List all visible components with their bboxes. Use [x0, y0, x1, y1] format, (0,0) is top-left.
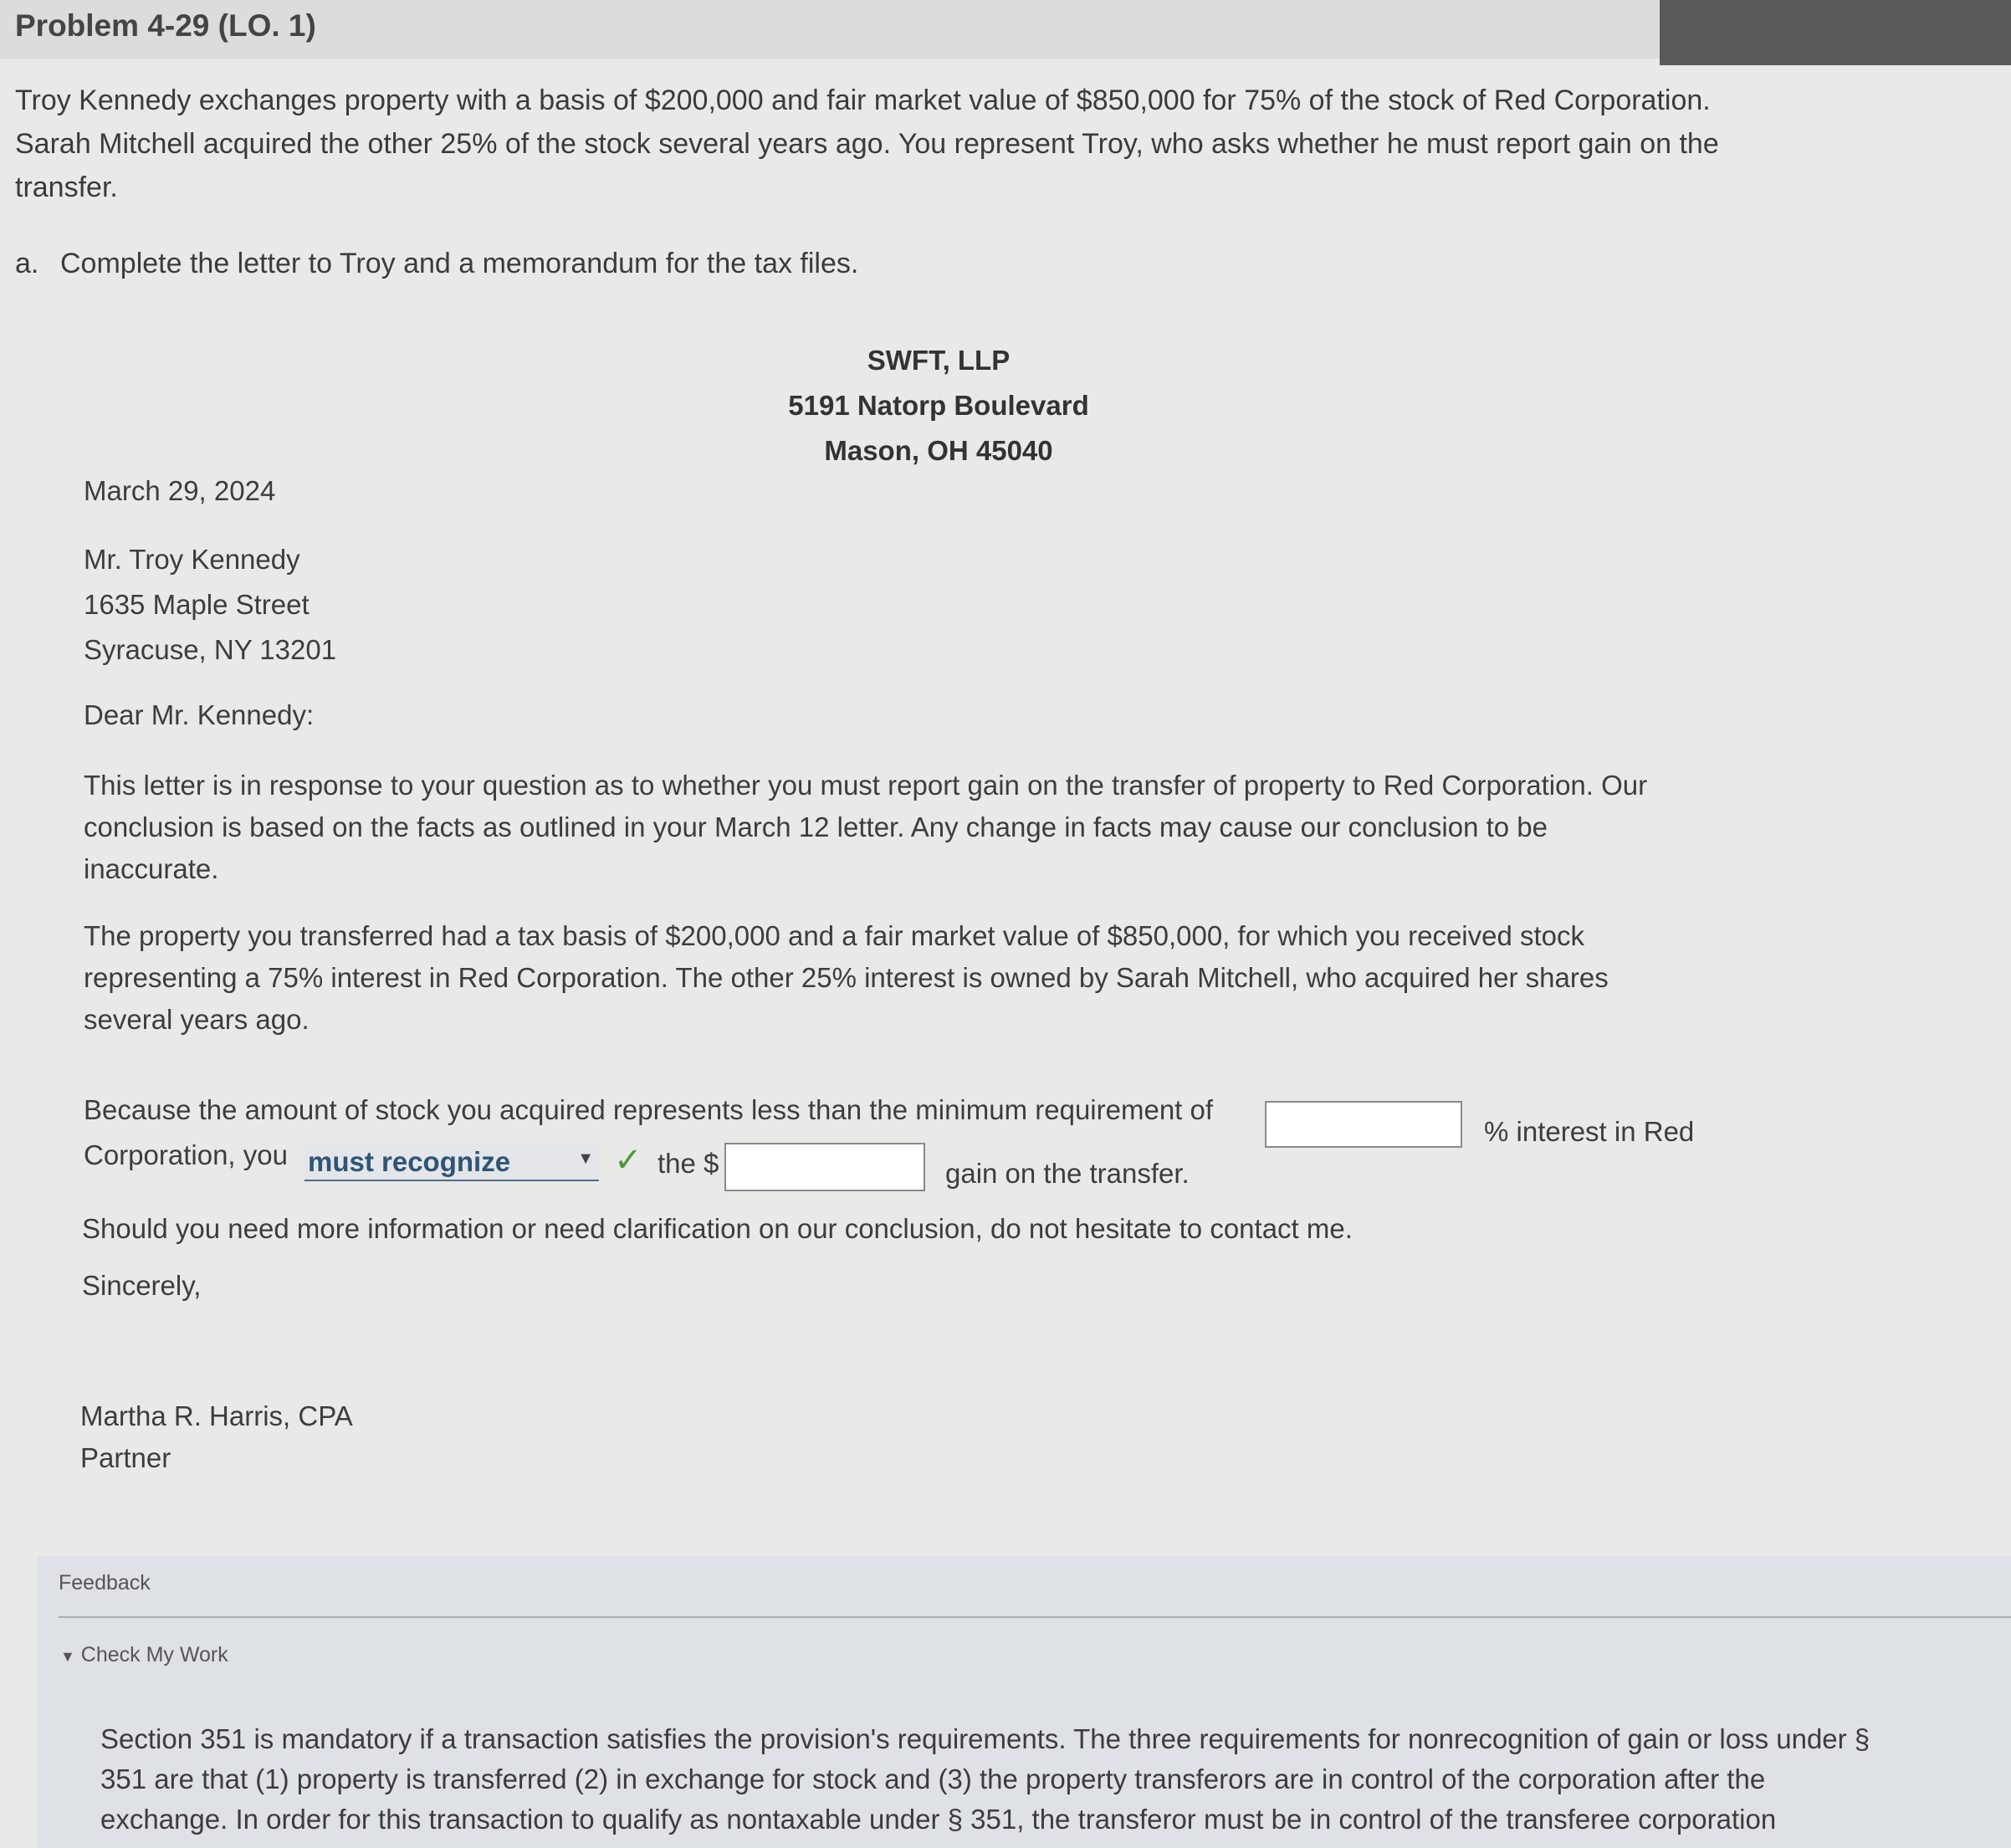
- part-a-instruction: Complete the letter to Troy and a memora…: [60, 248, 859, 279]
- letter-date: March 29, 2024: [84, 475, 276, 506]
- recipient-city: Syracuse, NY 13201: [84, 634, 337, 665]
- sign-off: Sincerely,: [82, 1270, 202, 1301]
- check-icon: ✓: [614, 1142, 642, 1179]
- para3-text-3: Corporation, you: [84, 1139, 288, 1170]
- recipient-street: 1635 Maple Street: [84, 589, 310, 620]
- signer-name: Martha R. Harris, CPA: [80, 1400, 353, 1431]
- part-a-label: a.: [15, 248, 39, 279]
- para1-line-3: inaccurate.: [84, 853, 219, 884]
- letterhead-city: Mason, OH 45040: [824, 435, 1053, 466]
- para3-text-5: gain on the transfer.: [945, 1158, 1190, 1189]
- intro-line-2: Sarah Mitchell acquired the other 25% of…: [15, 128, 1719, 160]
- problem-title: Problem 4-29 (LO. 1): [15, 8, 316, 43]
- chevron-down-icon: ▼: [577, 1149, 594, 1168]
- para2-line-2: representing a 75% interest in Red Corpo…: [84, 962, 1609, 993]
- para2-line-3: several years ago.: [84, 1004, 310, 1035]
- para3-text-1: Because the amount of stock you acquired…: [84, 1094, 1214, 1125]
- feedback-divider: [59, 1616, 2011, 1618]
- para3-text-2: % interest in Red: [1484, 1116, 1695, 1147]
- min-requirement-input[interactable]: [1265, 1101, 1462, 1148]
- salutation: Dear Mr. Kennedy:: [84, 699, 315, 730]
- feedback-heading: Feedback: [59, 1571, 151, 1595]
- recipient-name: Mr. Troy Kennedy: [84, 544, 300, 575]
- check-my-work-label: Check My Work: [80, 1643, 228, 1666]
- intro-line-1: Troy Kennedy exchanges property with a b…: [15, 84, 1711, 116]
- intro-line-3: transfer.: [15, 171, 118, 203]
- letterhead-street: 5191 Natorp Boulevard: [788, 390, 1089, 421]
- gain-amount-input[interactable]: [724, 1143, 925, 1191]
- para1-line-1: This letter is in response to your quest…: [84, 770, 1648, 801]
- closing-line: Should you need more information or need…: [82, 1213, 1353, 1244]
- triangle-down-icon: ▼: [60, 1648, 75, 1665]
- para2-line-1: The property you transferred had a tax b…: [84, 920, 1585, 951]
- para1-line-2: conclusion is based on the facts as outl…: [84, 811, 1548, 842]
- feedback-line-2: 351 are that (1) property is transferred…: [100, 1764, 1766, 1794]
- feedback-line-3: exchange. In order for this transaction …: [100, 1804, 1777, 1835]
- feedback-line-1: Section 351 is mandatory if a transactio…: [100, 1723, 1870, 1754]
- para3-text-4: the $: [658, 1148, 719, 1179]
- signer-title: Partner: [80, 1442, 171, 1473]
- letterhead-firm: SWFT, LLP: [867, 345, 1011, 376]
- check-my-work-toggle[interactable]: ▼ Check My Work: [60, 1643, 228, 1667]
- recognize-select-value: must recognize: [308, 1146, 511, 1177]
- top-bar-dark-region: [1660, 0, 2011, 65]
- recognize-select[interactable]: must recognize ▼: [304, 1143, 599, 1181]
